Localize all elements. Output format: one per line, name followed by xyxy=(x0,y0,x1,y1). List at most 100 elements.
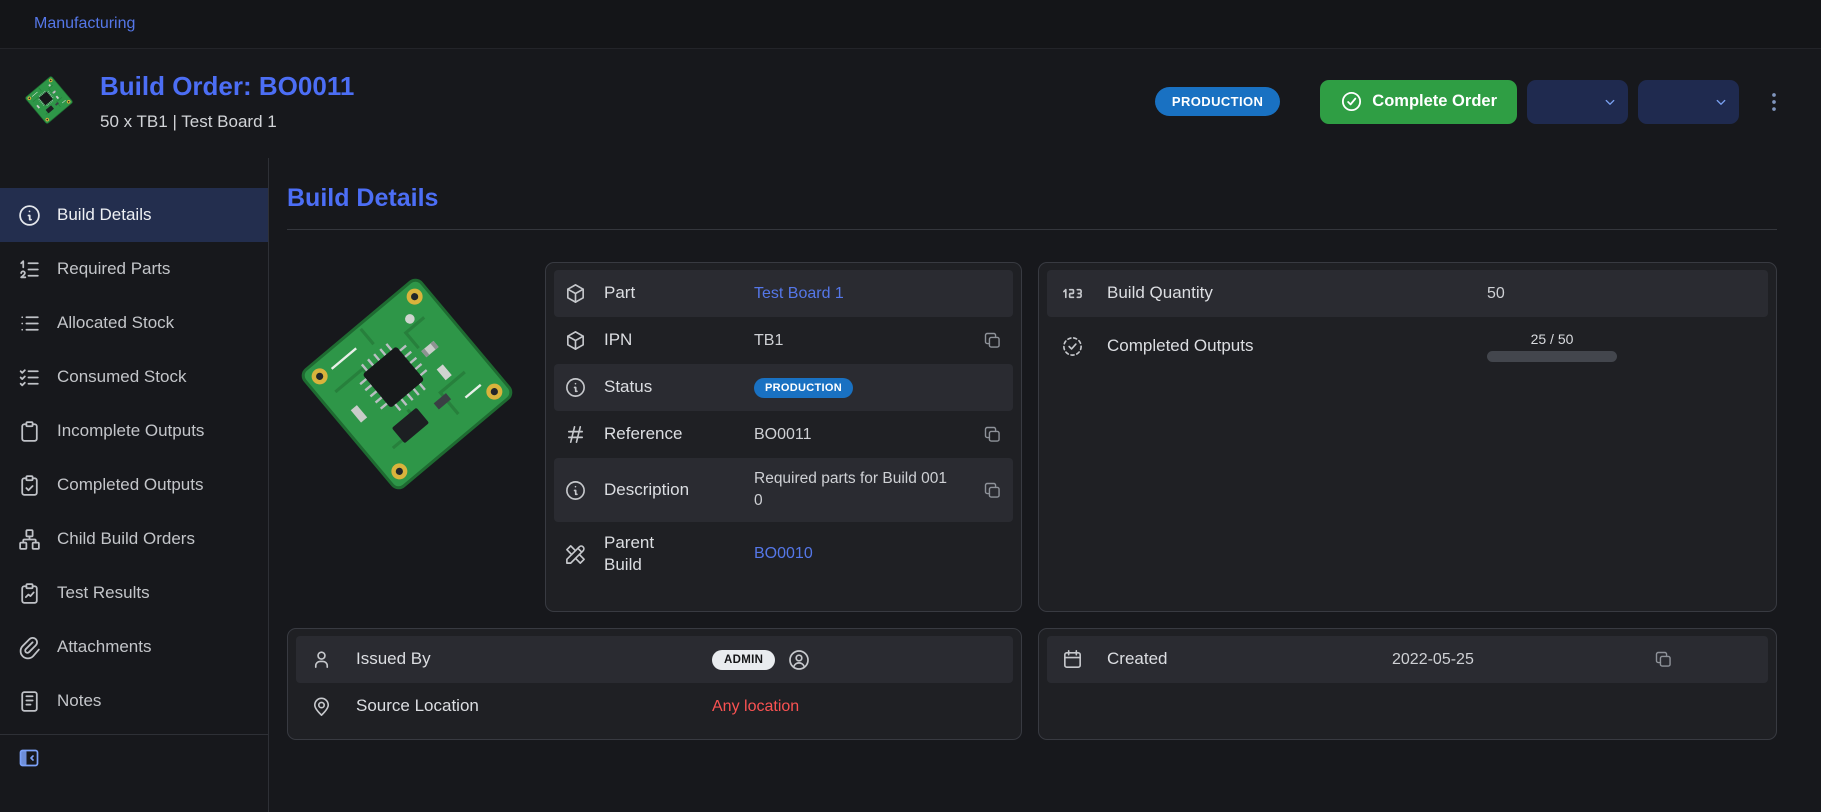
build-details-panel: Part Test Board 1 IPN TB1 xyxy=(545,262,1022,612)
section-heading: Build Details xyxy=(287,184,1777,213)
copy-button[interactable] xyxy=(982,330,1003,351)
detail-row-completed-outputs: Completed Outputs 25 / 50 xyxy=(1047,317,1768,375)
sidebar-item-notes[interactable]: Notes xyxy=(0,674,268,728)
copy-button[interactable] xyxy=(1653,649,1674,670)
copy-icon xyxy=(982,480,1003,501)
sidebar-item-label: Required Parts xyxy=(57,259,170,279)
test-report-icon xyxy=(17,581,42,606)
detail-row-ipn: IPN TB1 xyxy=(554,317,1013,364)
sidebar: Build Details Required Parts Allocated S… xyxy=(0,158,269,812)
sidebar-item-label: Test Results xyxy=(57,583,150,603)
sidebar-item-allocated-stock[interactable]: Allocated Stock xyxy=(0,296,268,350)
pcb-thumbnail-graphic xyxy=(22,73,76,127)
info-circle-icon xyxy=(564,376,604,399)
page: Manufacturing Build Order: BO0011 50 x T… xyxy=(0,0,1821,812)
title-block: Build Order: BO0011 50 x TB1 | Test Boar… xyxy=(100,71,354,132)
copy-button[interactable] xyxy=(982,424,1003,445)
info-circle-icon xyxy=(564,479,604,502)
detail-row-issued-by: Issued By ADMIN xyxy=(296,636,1013,683)
list-check-icon xyxy=(17,365,42,390)
dots-vertical-icon xyxy=(1761,89,1787,115)
sidebar-item-label: Build Details xyxy=(57,205,152,225)
sidebar-item-build-details[interactable]: Build Details xyxy=(0,188,268,242)
detail-label: Part xyxy=(604,282,754,304)
quantity-panel: Build Quantity 50 Completed Outputs xyxy=(1038,262,1777,612)
copy-icon xyxy=(982,330,1003,351)
box-icon xyxy=(564,282,604,305)
box-icon xyxy=(564,329,604,352)
sidebar-item-label: Consumed Stock xyxy=(57,367,186,387)
barcode-actions-button[interactable] xyxy=(1527,80,1628,124)
details-row: Part Test Board 1 IPN TB1 xyxy=(287,262,1022,612)
print-actions-button[interactable] xyxy=(1638,80,1739,124)
page-header: Build Order: BO0011 50 x TB1 | Test Boar… xyxy=(0,49,1821,158)
progress-label: 25 / 50 xyxy=(1487,331,1617,347)
detail-value: 50 xyxy=(1487,285,1505,303)
sidebar-item-label: Allocated Stock xyxy=(57,313,174,333)
list-icon xyxy=(17,311,42,336)
detail-row-created: Created 2022-05-25 xyxy=(1047,636,1768,683)
more-actions-button[interactable] xyxy=(1757,85,1791,119)
detail-label: Created xyxy=(1107,648,1392,670)
status-badge: PRODUCTION xyxy=(1155,87,1280,116)
page-title: Build Order: BO0011 xyxy=(100,71,354,102)
sidebar-item-label: Completed Outputs xyxy=(57,475,203,495)
header-left: Build Order: BO0011 50 x TB1 | Test Boar… xyxy=(22,71,354,132)
detail-row-parent-build: Parent Build BO0010 xyxy=(554,522,1013,586)
copy-icon xyxy=(1653,649,1674,670)
info-circle-icon xyxy=(17,203,42,228)
detail-value: Required parts for Build 0010 xyxy=(754,468,954,511)
sidebar-item-incomplete-outputs[interactable]: Incomplete Outputs xyxy=(0,404,268,458)
sidebar-collapse-button[interactable] xyxy=(0,735,268,781)
right-column: Build Quantity 50 Completed Outputs xyxy=(1038,262,1777,740)
pcb-image-graphic xyxy=(287,264,527,504)
detail-value: 2022-05-25 xyxy=(1392,651,1474,669)
detail-row-status: Status PRODUCTION xyxy=(554,364,1013,411)
sidebar-item-test-results[interactable]: Test Results xyxy=(0,566,268,620)
detail-row-build-quantity: Build Quantity 50 xyxy=(1047,270,1768,317)
status-badge: PRODUCTION xyxy=(754,378,853,398)
detail-value: TB1 xyxy=(754,332,783,350)
part-thumbnail-image[interactable] xyxy=(22,73,76,127)
hash-icon xyxy=(564,423,604,446)
detail-label: Parent Build xyxy=(604,532,754,576)
chevron-down-icon xyxy=(1712,93,1730,111)
parent-build-link[interactable]: BO0010 xyxy=(754,545,813,563)
detail-value: Any location xyxy=(712,698,799,716)
part-image[interactable] xyxy=(287,264,527,504)
clipboard-check-icon xyxy=(17,473,42,498)
calendar-icon xyxy=(1061,648,1107,671)
copy-button[interactable] xyxy=(982,480,1003,501)
sidebar-item-consumed-stock[interactable]: Consumed Stock xyxy=(0,350,268,404)
detail-value: BO0011 xyxy=(754,426,812,444)
sidebar-item-completed-outputs[interactable]: Completed Outputs xyxy=(0,458,268,512)
detail-label: Reference xyxy=(604,423,754,445)
sidebar-collapse-icon xyxy=(17,746,41,770)
user-icon xyxy=(310,648,356,671)
detail-label: Status xyxy=(604,376,754,398)
circle-check-icon xyxy=(1340,90,1363,113)
sidebar-item-required-parts[interactable]: Required Parts xyxy=(0,242,268,296)
part-link[interactable]: Test Board 1 xyxy=(754,285,844,303)
issued-panel: Issued By ADMIN Source Location xyxy=(287,628,1022,740)
list-numbers-icon xyxy=(17,257,42,282)
qrcode-icon xyxy=(1536,88,1598,115)
breadcrumb: Manufacturing xyxy=(0,0,1821,49)
sidebar-item-label: Attachments xyxy=(57,637,152,657)
detail-row-description: Description Required parts for Build 001… xyxy=(554,458,1013,522)
complete-order-button[interactable]: Complete Order xyxy=(1320,80,1517,124)
breadcrumb-manufacturing[interactable]: Manufacturing xyxy=(34,15,135,33)
detail-label: IPN xyxy=(604,329,754,351)
sidebar-item-label: Child Build Orders xyxy=(57,529,195,549)
sidebar-item-child-build-orders[interactable]: Child Build Orders xyxy=(0,512,268,566)
user-circle-icon xyxy=(787,648,811,672)
admin-badge: ADMIN xyxy=(712,650,775,670)
left-column: Part Test Board 1 IPN TB1 xyxy=(287,262,1022,740)
chevron-down-icon xyxy=(1601,93,1619,111)
content: Build Details Required Parts Allocated S… xyxy=(0,158,1821,812)
sidebar-item-attachments[interactable]: Attachments xyxy=(0,620,268,674)
detail-row-source-location: Source Location Any location xyxy=(296,683,1013,730)
heading-divider xyxy=(287,229,1777,230)
details-grid: Part Test Board 1 IPN TB1 xyxy=(287,262,1777,740)
detail-label: Issued By xyxy=(356,648,712,670)
